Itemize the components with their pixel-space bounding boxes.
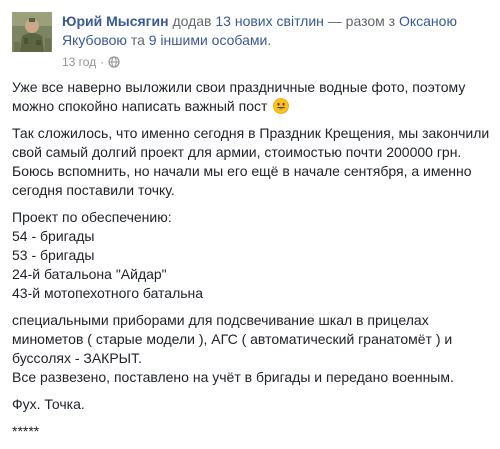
post-paragraph-5: Фух. Точка. [12,396,85,412]
equipment-line: специальными приборами для подсвечивание… [12,312,453,366]
avatar-image [12,12,52,52]
project-list-item: 54 - бригады [12,228,95,244]
smiling-face-emoji-icon [273,98,290,114]
facebook-post: Юрий Мысягин додав 13 нових світлин — ра… [0,0,500,439]
post-body: Уже все наверно выложили свои праздничны… [12,78,490,449]
post-paragraph-2: Так сложилось, что именно сегодня в Праз… [12,125,490,198]
meta-separator: · [100,55,105,69]
post-paragraph-4: специальными приборами для подсвечивание… [12,311,490,387]
post-header: Юрий Мысягин додав 13 нових світлин — ра… [62,12,487,50]
project-list-item: 53 - бригады [12,247,95,263]
post-timestamp-link[interactable]: 13 год [62,54,96,70]
and-text: та [130,32,145,48]
header-period: . [267,32,272,48]
post-action-text: додав [172,13,212,29]
paragraph-1-text: Уже все наверно выложили свои праздничны… [12,79,466,114]
post-meta: 13 год · [62,54,120,70]
photos-link[interactable]: 13 нових світлин [215,13,324,29]
delivery-line: Все развезено, поставлено на учёт в бриг… [12,369,454,385]
post-paragraph-3: Проект по обеспечению: 54 - бригады 53 -… [12,208,490,303]
project-list-item: 43-й мотопехотного батальна [12,285,204,301]
project-list-item: 24-й батальона "Айдар" [12,266,167,282]
post-paragraph-1: Уже все наверно выложили свои праздничны… [12,78,490,116]
with-prefix-text: — разом з [327,13,396,29]
post-paragraph-6: ***** [12,423,40,439]
author-name-link[interactable]: Юрий Мысягин [62,13,169,29]
tagged-others-link[interactable]: 9 іншими особами [149,32,268,48]
avatar[interactable] [12,12,52,52]
project-title-line: Проект по обеспечению: [12,209,172,225]
globe-icon[interactable] [108,56,120,68]
